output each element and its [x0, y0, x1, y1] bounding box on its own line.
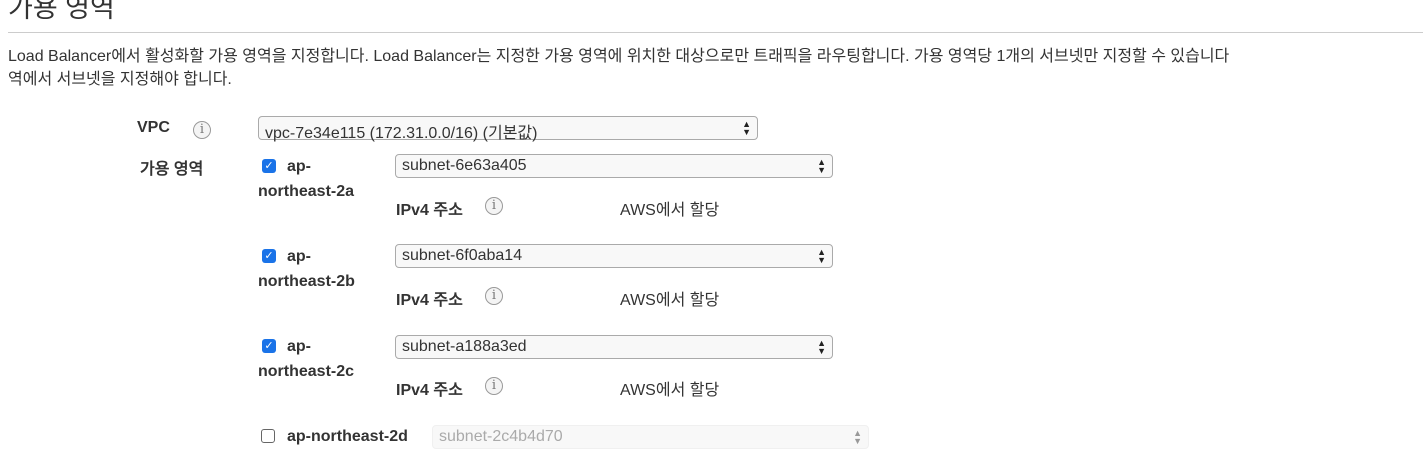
sort-arrows-icon: ▲ ▼: [817, 338, 826, 356]
az-label: 가용 영역: [140, 161, 204, 178]
ipv4-label: IPv4 주소: [396, 292, 463, 309]
ipv4-value: AWS에서 할당: [620, 202, 720, 219]
zone-checkbox[interactable]: ✓: [262, 159, 276, 173]
zone-name-line2: northeast-2c: [258, 363, 355, 380]
zone-name-line1: ap-: [287, 248, 311, 265]
zone-name: ap-northeast-2d: [287, 428, 408, 445]
zone-checkbox[interactable]: [261, 429, 275, 443]
ipv4-value: AWS에서 할당: [620, 382, 720, 399]
info-icon[interactable]: i: [485, 377, 503, 395]
vpc-select[interactable]: vpc-7e34e115 (172.31.0.0/16) (기본값) ▲ ▼: [258, 116, 758, 142]
zone-checkbox[interactable]: ✓: [262, 339, 276, 353]
ipv4-value: AWS에서 할당: [620, 292, 720, 309]
info-icon[interactable]: i: [193, 121, 211, 139]
description-line-1: Load Balancer에서 활성화할 가용 영역을 지정합니다. Load …: [8, 48, 1230, 65]
subnet-select-disabled: subnet-2c4b4d70 ▲ ▼: [432, 425, 869, 449]
subnet-select[interactable]: subnet-a188a3ed ▲ ▼: [395, 335, 833, 359]
zone-checkbox[interactable]: ✓: [262, 249, 276, 263]
zone-name-line1: ap-: [287, 158, 311, 175]
ipv4-label: IPv4 주소: [396, 202, 463, 219]
info-icon[interactable]: i: [485, 287, 503, 305]
zone-name-line1: ap-: [287, 338, 311, 355]
zone-name-line2: northeast-2b: [258, 273, 355, 290]
sort-arrows-icon: ▲ ▼: [817, 247, 826, 265]
description-line-2: 역에서 서브넷을 지정해야 합니다.: [8, 71, 232, 88]
sort-arrows-icon: ▲ ▼: [853, 428, 862, 446]
subnet-select[interactable]: subnet-6e63a405 ▲ ▼: [395, 154, 833, 178]
vpc-label: VPC: [137, 119, 170, 136]
subnet-value: subnet-6e63a405: [402, 157, 527, 174]
zone-name-line2: northeast-2a: [258, 183, 355, 200]
divider: [8, 32, 1423, 33]
vpc-select-value: vpc-7e34e115 (172.31.0.0/16) (기본값): [265, 125, 538, 142]
subnet-value: subnet-6f0aba14: [402, 247, 523, 264]
subnet-select[interactable]: subnet-6f0aba14 ▲ ▼: [395, 244, 833, 268]
sort-arrows-icon: ▲ ▼: [742, 119, 751, 137]
info-icon[interactable]: i: [485, 197, 503, 215]
ipv4-label: IPv4 주소: [396, 382, 463, 399]
subnet-value: subnet-2c4b4d70: [439, 428, 563, 445]
section-title: 가용 영역: [8, 0, 115, 23]
sort-arrows-icon: ▲ ▼: [817, 157, 826, 175]
subnet-value: subnet-a188a3ed: [402, 338, 527, 355]
